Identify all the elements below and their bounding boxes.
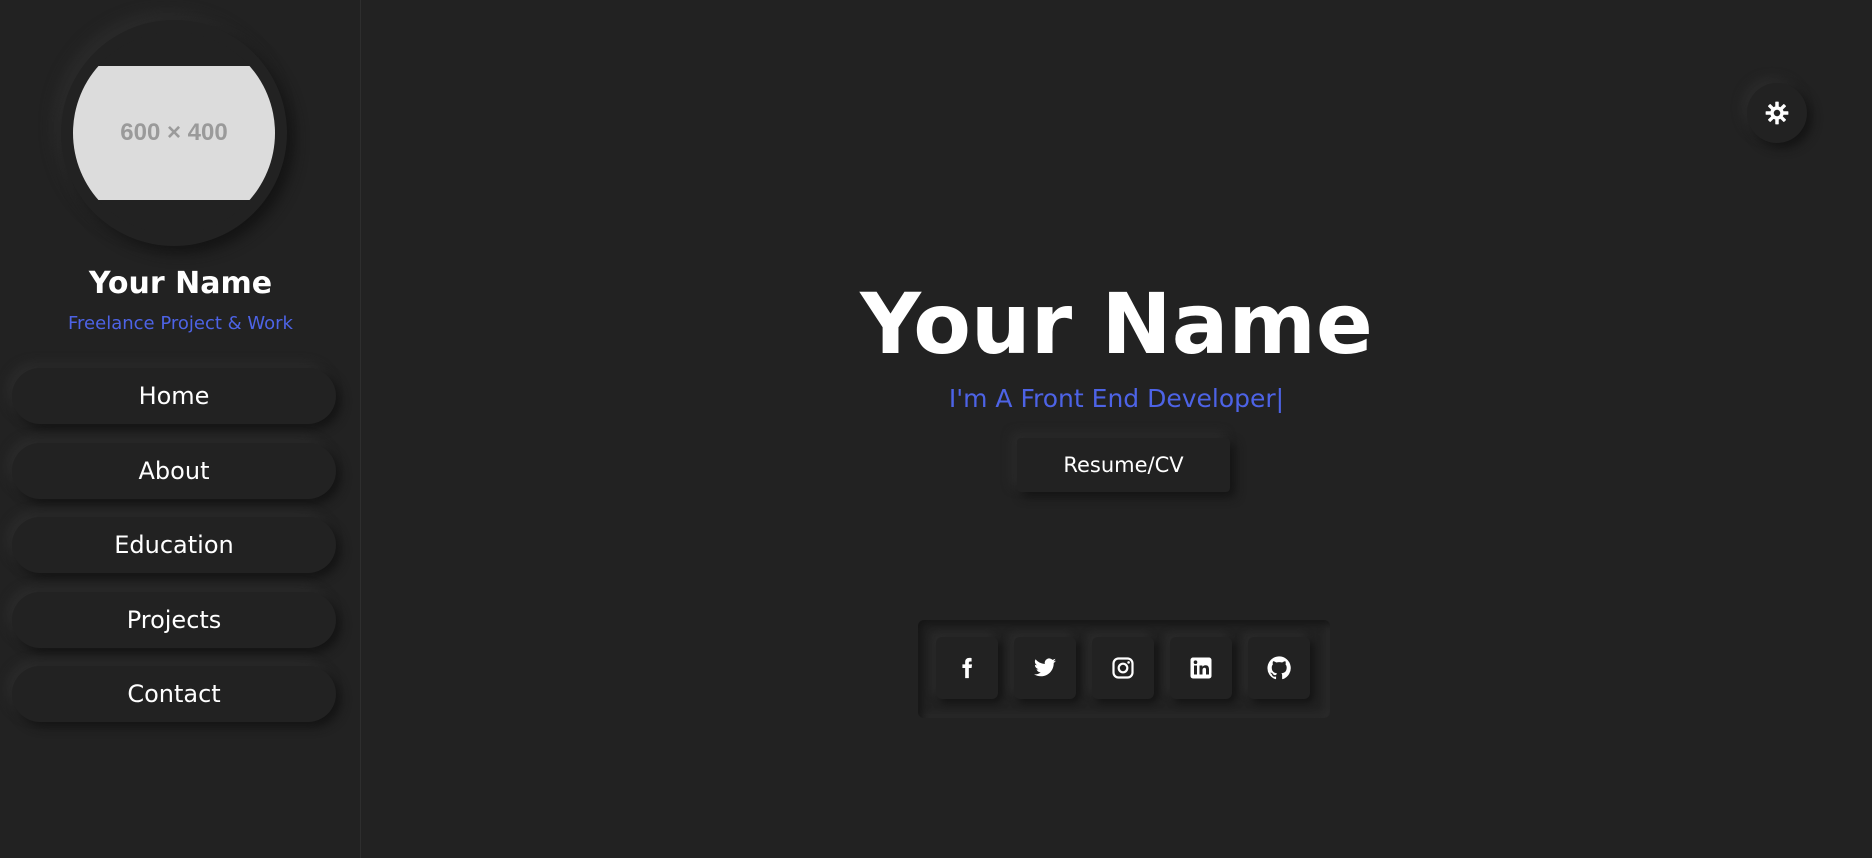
sidebar-nav: Home About Education Projects Contact (12, 368, 336, 741)
facebook-link[interactable] (936, 637, 998, 699)
nav-item-contact[interactable]: Contact (12, 666, 336, 722)
twitter-link[interactable] (1014, 637, 1076, 699)
nav-item-home[interactable]: Home (12, 368, 336, 424)
hero-typed-role: I'm A Front End Developer| (948, 384, 1285, 413)
linkedin-icon (1189, 656, 1213, 680)
avatar: 600 × 400 (61, 20, 287, 246)
facebook-icon (956, 656, 978, 680)
resume-button[interactable]: Resume/CV (1017, 438, 1230, 492)
instagram-icon (1111, 656, 1135, 680)
gear-icon (1764, 100, 1790, 126)
nav-item-about[interactable]: About (12, 442, 336, 499)
sidebar: 600 × 400 Your Name Freelance Project & … (0, 0, 361, 858)
nav-item-education[interactable]: Education (12, 517, 336, 573)
hero-name: Your Name (860, 275, 1373, 373)
theme-toggle-button[interactable] (1747, 83, 1807, 143)
github-link[interactable] (1248, 637, 1310, 699)
social-links (918, 620, 1330, 718)
github-icon (1266, 655, 1292, 681)
sidebar-role: Freelance Project & Work (68, 313, 293, 334)
nav-item-projects[interactable]: Projects (12, 591, 336, 648)
avatar-image: 600 × 400 (73, 32, 275, 234)
linkedin-link[interactable] (1170, 637, 1232, 699)
twitter-icon (1032, 656, 1058, 680)
instagram-link[interactable] (1092, 637, 1154, 699)
sidebar-name: Your Name (88, 266, 273, 301)
avatar-placeholder-text: 600 × 400 (73, 66, 275, 200)
app-root: 600 × 400 Your Name Freelance Project & … (0, 0, 1872, 858)
